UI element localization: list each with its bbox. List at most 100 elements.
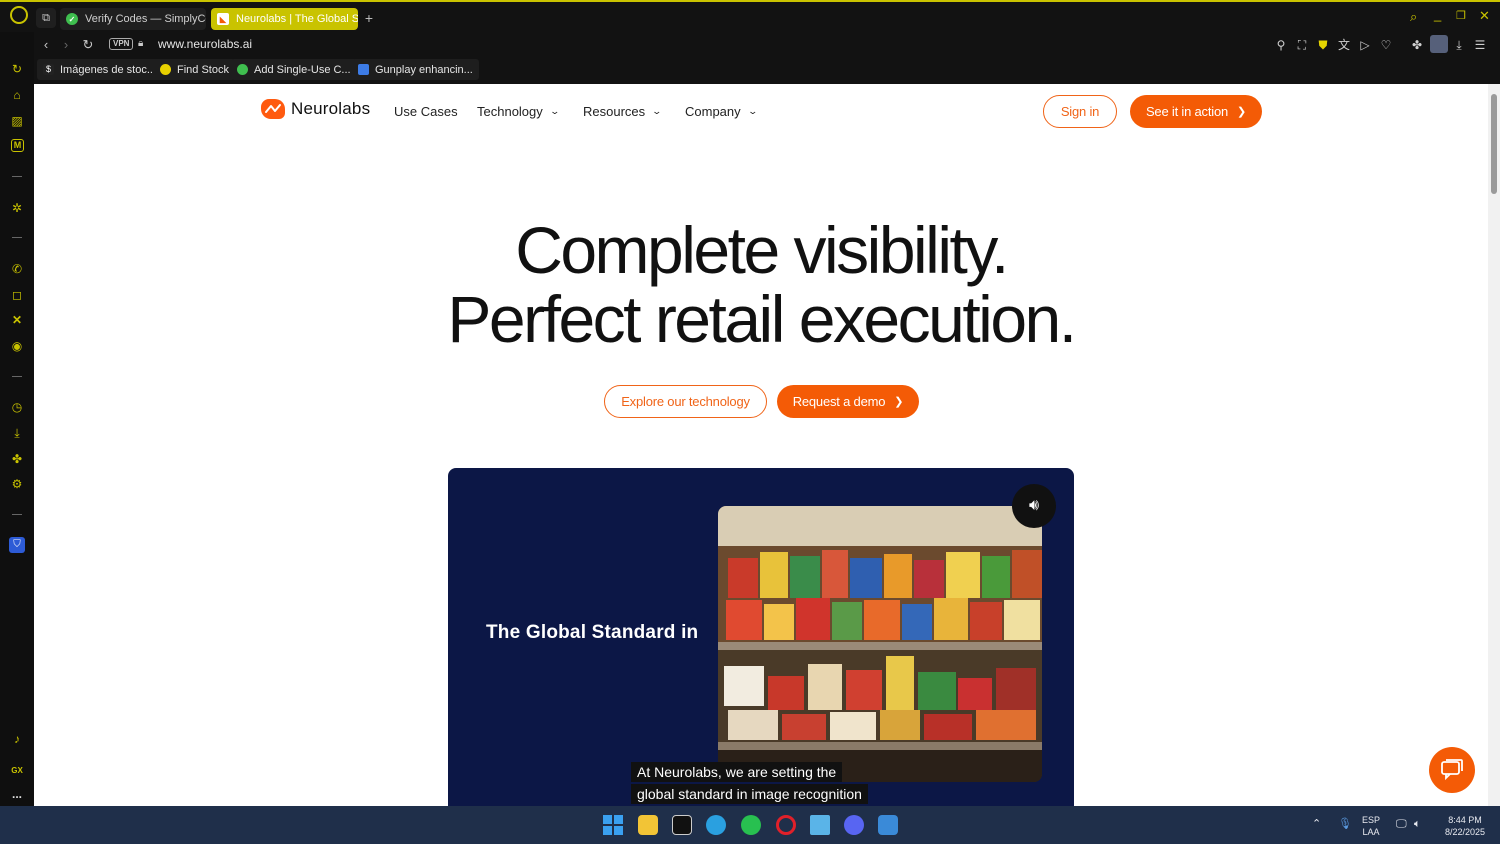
bookmark-gunplay[interactable]: Gunplay enhancin... <box>352 59 479 80</box>
nav-use-cases[interactable]: Use Cases <box>394 104 458 119</box>
bookmarks-bar: $ Imágenes de stoc... Find Stock Add Sin… <box>34 56 1500 84</box>
restore-button[interactable]: ❐ <box>1456 9 1466 22</box>
tab-verify-codes[interactable]: ✓ Verify Codes — SimplyCo <box>60 8 206 30</box>
chat-widget-button[interactable] <box>1429 747 1475 793</box>
neurolabs-logo[interactable]: Neurolabs <box>261 99 370 119</box>
sign-in-button[interactable]: Sign in <box>1043 95 1117 128</box>
search-icon[interactable]: ⌕ <box>1410 9 1417 25</box>
pycharm-icon[interactable] <box>672 815 692 835</box>
hero-video[interactable]: The Global Standard in 🔊︎ At Neurolabs, … <box>448 468 1074 806</box>
extensions-puzzle-icon[interactable]: ✤ <box>1409 37 1425 53</box>
extensions-icon[interactable]: ✤ <box>9 451 25 467</box>
notes-icon[interactable]: ▨ <box>9 113 25 129</box>
minimize-button[interactable]: _ <box>1434 7 1441 22</box>
chevron-right-icon: ❯ <box>894 396 904 408</box>
bookmark-add-single-use[interactable]: Add Single-Use C... <box>231 59 357 80</box>
photos-icon[interactable] <box>878 815 898 835</box>
shield-icon[interactable]: ⛊ <box>1315 37 1331 53</box>
telegram-icon[interactable] <box>706 815 726 835</box>
downloads-icon[interactable]: ⤓ <box>9 425 25 441</box>
notepad-icon[interactable] <box>810 815 830 835</box>
store-shelf-image <box>718 506 1042 782</box>
new-tab-button[interactable]: + <box>362 11 376 25</box>
see-it-in-action-button[interactable]: See it in action ❯ <box>1130 95 1262 128</box>
address-bar-row: ‹ › ↻ VPN 🔒︎ www.neurolabs.ai ⚲ ⛶ ⛊ 文 ▷ … <box>34 32 1500 56</box>
check-favicon-icon <box>237 64 248 75</box>
explore-technology-button[interactable]: Explore our technology <box>604 385 767 418</box>
sidebar-divider <box>12 176 22 177</box>
bookmark-find-stock[interactable]: Find Stock <box>154 59 235 80</box>
clock[interactable]: 8:44 PM 8/22/2025 <box>1437 814 1493 838</box>
scrollbar-thumb[interactable] <box>1491 94 1497 194</box>
volume-button[interactable]: 🔊︎ <box>1012 484 1056 528</box>
opera-menu-icon[interactable] <box>10 6 28 24</box>
nav-company[interactable]: Company ⌄ <box>685 104 758 119</box>
button-label: See it in action <box>1145 104 1229 119</box>
nav-label: Company <box>685 104 741 119</box>
tab-title: Neurolabs | The Global St <box>236 13 358 25</box>
snapshot-icon[interactable]: ⛶ <box>1294 37 1310 53</box>
history-icon[interactable]: ◷ <box>9 399 25 415</box>
network-icon[interactable]: 🖵︎ <box>1396 818 1407 830</box>
headline-line-1: Complete visibility. <box>515 213 1009 287</box>
discord-icon[interactable]: ◉ <box>9 338 25 354</box>
refresh-sidebar-icon[interactable]: ↻ <box>9 61 25 77</box>
tab-title: Verify Codes — SimplyCo <box>85 13 206 25</box>
microphone-icon[interactable]: 🎙︎ <box>1338 818 1352 830</box>
tray-overflow-icon[interactable]: ⌃ <box>1312 818 1321 830</box>
chevron-down-icon: ⌄ <box>651 106 663 116</box>
pin-icon[interactable]: ⚲ <box>1273 37 1289 53</box>
x-twitter-icon[interactable]: ✕ <box>9 312 25 328</box>
download-icon[interactable]: ⤓ <box>1451 37 1467 53</box>
m-app-icon[interactable]: M <box>11 139 24 152</box>
nav-resources[interactable]: Resources ⌄ <box>583 104 663 119</box>
whatsapp-icon[interactable]: ✆ <box>9 261 25 277</box>
instagram-icon[interactable]: ◻ <box>9 287 25 303</box>
page-scrollbar[interactable] <box>1488 84 1500 806</box>
volume-tray-icon[interactable]: 🔈︎ <box>1414 818 1421 830</box>
play-icon[interactable]: ▷ <box>1357 37 1373 53</box>
clock-date: 8/22/2025 <box>1444 827 1486 837</box>
url-field[interactable]: www.neurolabs.ai <box>158 37 252 51</box>
nav-technology[interactable]: Technology ⌄ <box>477 104 560 119</box>
button-label: Request a demo <box>792 394 886 409</box>
opera-gx-taskbar-icon[interactable] <box>776 815 796 835</box>
browser-sidebar: ◎ ↻ ⌂ ▨ M ✲ ✆ ◻ ✕ ◉ ◷ ⤓ ✤ ⚙ ⛉ ♪ GX ... <box>0 0 34 806</box>
caption-line-2: global standard in image recognition <box>631 784 868 804</box>
whatsapp-taskbar-icon[interactable] <box>741 815 761 835</box>
bookmark-label: Gunplay enhancin... <box>375 63 473 76</box>
translate-icon[interactable]: 文 <box>1336 37 1352 53</box>
request-demo-button[interactable]: Request a demo ❯ <box>777 385 919 418</box>
neurolabs-favicon-icon: ◣ <box>217 13 229 25</box>
profile-avatar[interactable] <box>1430 35 1448 53</box>
tab-neurolabs[interactable]: ◣ Neurolabs | The Global St <box>211 8 358 30</box>
forward-button[interactable]: › <box>57 36 75 54</box>
easy-setup-menu-icon[interactable]: ☰ <box>1472 37 1488 53</box>
back-button[interactable]: ‹ <box>37 36 55 54</box>
tab-island-icon[interactable]: ⧉ <box>36 8 56 28</box>
ai-assistant-icon[interactable]: ⌂ <box>9 87 25 103</box>
browser-titlebar: ⧉ ✓ Verify Codes — SimplyCo ◣ Neurolabs … <box>0 0 1500 32</box>
discord-taskbar-icon[interactable] <box>844 815 864 835</box>
windows-start-icon[interactable] <box>603 815 623 835</box>
close-window-button[interactable]: ✕ <box>1479 8 1490 24</box>
language-indicator[interactable]: ESP LAA <box>1362 814 1380 838</box>
reload-button[interactable]: ↻ <box>79 36 97 54</box>
nav-label: Use Cases <box>394 104 458 119</box>
player-icon[interactable]: ♪ <box>9 731 25 747</box>
windows-taskbar: ⌃ 🎙︎ ESP LAA 🖵︎ 🔈︎ 8:44 PM 8/22/2025 <box>0 806 1500 844</box>
bookmark-imagenes[interactable]: $ Imágenes de stoc... <box>37 59 162 80</box>
settings-gear-icon[interactable]: ⚙ <box>9 476 25 492</box>
chevron-right-icon: ❯ <box>1237 106 1247 118</box>
sidebar-more-icon[interactable]: ... <box>9 786 25 802</box>
bitwarden-icon[interactable]: ⛉ <box>9 537 25 553</box>
file-explorer-icon[interactable] <box>638 815 658 835</box>
chatgpt-icon[interactable]: ✲ <box>9 200 25 216</box>
vpn-badge[interactable]: VPN <box>109 38 134 50</box>
lang-top: ESP <box>1362 815 1381 825</box>
lock-icon[interactable]: 🔒︎ <box>138 38 143 49</box>
gx-label[interactable]: GX <box>9 763 25 779</box>
heart-icon[interactable]: ♡ <box>1378 37 1394 53</box>
docs-favicon-icon <box>358 64 369 75</box>
nav-label: Resources <box>583 104 646 119</box>
